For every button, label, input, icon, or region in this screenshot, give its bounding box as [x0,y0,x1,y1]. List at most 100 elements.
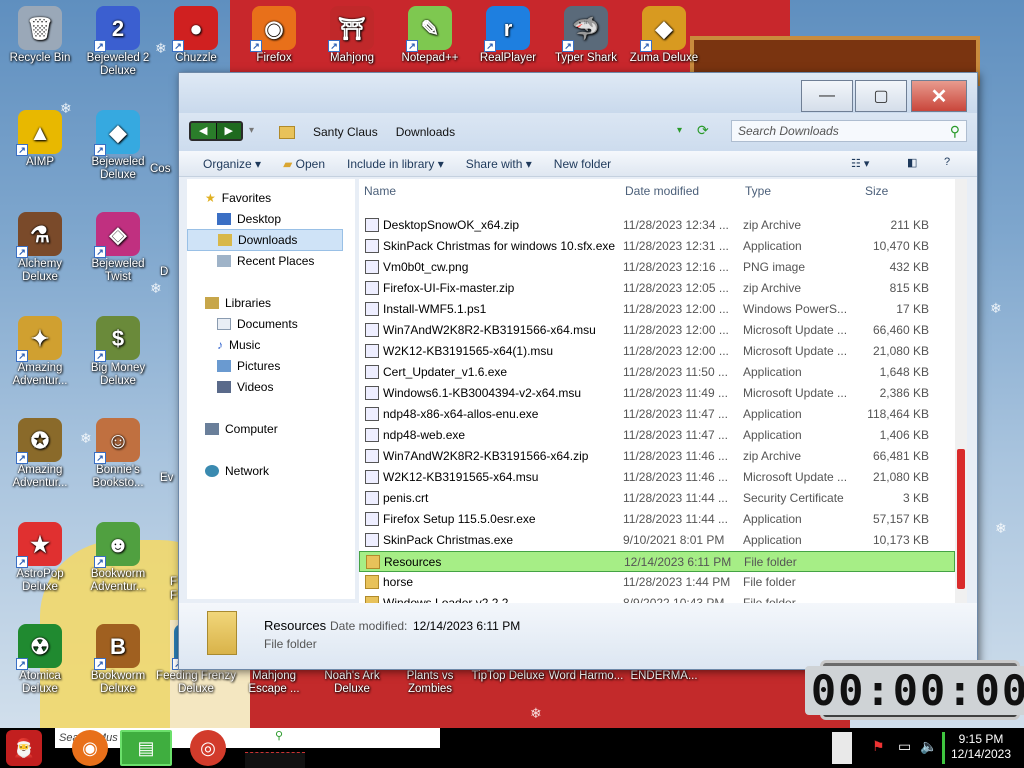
nav-desktop[interactable]: Desktop [217,212,281,226]
file-row[interactable]: Resources 12/14/2023 6:11 PM File folder [359,551,955,572]
address-dropdown-icon[interactable]: ▾ [677,125,682,136]
tray-show-hidden[interactable] [832,732,852,764]
file-row[interactable]: Win7AndW2K8R2-KB3191566-x64.msu 11/28/202… [359,320,955,341]
desktop-icon[interactable]: ● ↗ Chuzzle [156,6,236,65]
forward-button[interactable]: ▶ [215,123,241,139]
help-icon[interactable]: ? [944,156,950,168]
breadcrumb-downloads[interactable]: Downloads [396,125,455,139]
file-row[interactable]: W2K12-KB3191565-x64(1).msu 11/28/2023 12:… [359,341,955,362]
desktop-icon[interactable]: ✪ ↗ Amazing Adventur... [0,418,80,490]
file-name: ndp48-x86-x64-allos-enu.exe [383,407,539,421]
desktop-icon[interactable]: ▲ ↗ AIMP [0,110,80,169]
nav-computer[interactable]: Computer [205,422,278,436]
desktop-icon[interactable]: ⚗ ↗ Alchemy Deluxe [0,212,80,284]
desktop-icon[interactable]: B ↗ Bookworm Deluxe [78,624,158,696]
file-row[interactable]: Windows6.1-KB3004394-v2-x64.msu 11/28/202… [359,383,955,404]
nav-recent-places[interactable]: Recent Places [217,254,314,268]
file-row[interactable]: Cert_Updater_v1.6.exe 11/28/2023 11:50 ..… [359,362,955,383]
clock[interactable]: 9:15 PM 12/14/2023 [946,732,1016,762]
file-row[interactable]: Win7AndW2K8R2-KB3191566-x64.zip 11/28/202… [359,446,955,467]
nav-pictures[interactable]: Pictures [217,359,280,373]
column-name[interactable]: Name [364,184,396,198]
file-row[interactable]: penis.crt 11/28/2023 11:44 ... Security Ce… [359,488,955,509]
recent-pages-chevron-icon[interactable]: ▾ [249,125,254,136]
desktop-icon[interactable]: ◉ ↗ Firefox [234,6,314,65]
search-input[interactable]: Search Downloads ⚲ [731,120,967,142]
nav-network[interactable]: Network [205,464,269,478]
chrome-taskbar-icon[interactable]: ◎ [190,730,226,766]
include-in-library-button[interactable]: Include in library ▾ [347,157,444,171]
breadcrumb-santy-claus[interactable]: Santy Claus [313,125,378,139]
file-icon [365,281,379,295]
open-button[interactable]: ▰ Open [283,157,325,171]
share-with-button[interactable]: Share with ▾ [466,157,532,171]
desktop-icon[interactable]: ★ ↗ AstroPop Deluxe [0,522,80,594]
address-bar[interactable]: Santy Claus Downloads [279,121,719,143]
desktop-icon[interactable]: ◆ ↗ Zuma Deluxe [624,6,704,65]
desktop-icon[interactable]: 🦈 ↗ Typer Shark [546,6,626,65]
file-row[interactable]: Firefox Setup 115.5.0esr.exe 11/28/2023 1… [359,509,955,530]
file-row[interactable]: Install-WMF5.1.ps1 11/28/2023 12:00 ... Wi… [359,299,955,320]
volume-icon[interactable]: 🔈 [920,738,937,755]
downloads-folder-icon [218,234,232,246]
stopwatch-widget[interactable]: 00:00:00 [804,660,1024,720]
file-name: SkinPack Christmas for windows 10.sfx.ex… [383,239,616,253]
refresh-icon[interactable]: ⟳ [697,122,709,139]
desktop-icon[interactable]: 🗑 Recycle Bin [0,6,80,65]
scrollbar-thumb[interactable] [957,449,965,589]
back-button[interactable]: ◀ [191,123,216,139]
maximize-button[interactable]: ▢ [855,80,907,112]
desktop-icon[interactable]: ☢ ↗ Atomica Deluxe [0,624,80,696]
taskbar-search-icon[interactable]: ⚲ [275,729,283,742]
column-date-modified[interactable]: Date modified [625,184,699,198]
file-row[interactable]: W2K12-KB3191565-x64.msu 11/28/2023 11:46 … [359,467,955,488]
file-date: 11/28/2023 11:50 ... [623,365,728,379]
title-bar[interactable]: — ▢ ✕ [179,73,977,113]
desktop-icon[interactable]: ◈ ↗ Bejeweled Twist [78,212,158,284]
file-row[interactable]: DesktopSnowOK_x64.zip 11/28/2023 12:34 ..… [359,215,955,236]
nav-documents[interactable]: Documents [217,317,298,331]
nav-libraries[interactable]: Libraries [205,296,271,310]
file-row[interactable]: SkinPack Christmas.exe 9/10/2021 8:01 PM A… [359,530,955,551]
file-name: Win7AndW2K8R2-KB3191566-x64.msu [383,323,596,337]
desktop-icon[interactable]: ☺ ↗ Bonnie's Booksto... [78,418,158,490]
nav-music[interactable]: ♪ Music [217,338,260,352]
nav-downloads[interactable]: Downloads [187,229,343,251]
file-row[interactable]: ndp48-web.exe 11/28/2023 11:47 ... Applica… [359,425,955,446]
desktop-icon-label: Bejeweled Deluxe [91,156,145,181]
desktop-icon[interactable]: ◆ ↗ Bejeweled Deluxe [78,110,158,182]
file-row[interactable]: horse 11/28/2023 1:44 PM File folder [359,572,955,593]
desktop-icon[interactable]: ✦ ↗ Amazing Adventur... [0,316,80,388]
network-tray-icon[interactable]: ▭ [898,738,911,755]
desktop-icon[interactable]: $ ↗ Big Money Deluxe [78,316,158,388]
organize-button[interactable]: Organize ▾ [203,157,261,171]
file-row[interactable]: SkinPack Christmas for windows 10.sfx.ex… [359,236,955,257]
view-options-icon[interactable]: ☷ ▾ [851,157,869,170]
column-size[interactable]: Size [865,184,888,198]
minimize-button[interactable]: — [801,80,853,112]
desktop-icon[interactable]: ☻ ↗ Bookworm Adventur... [78,522,158,594]
desktop-icon[interactable]: r ↗ RealPlayer [468,6,548,65]
file-type: Microsoft Update ... [743,386,848,400]
file-row[interactable]: Firefox-UI-Fix-master.zip 11/28/2023 12:0… [359,278,955,299]
preview-pane-icon[interactable]: ◧ [907,156,917,169]
firefox-taskbar-icon[interactable]: ◉ [72,730,108,766]
nav-favorites[interactable]: ★ Favorites [205,191,271,205]
file-icon [365,302,379,316]
start-button-santa-icon[interactable]: 🎅 [6,730,42,766]
file-size: 21,080 KB [872,344,929,358]
desktop-icon[interactable]: ✎ ↗ Notepad++ [390,6,470,65]
taskbar-search-input[interactable]: Search Mus ⚲ [55,728,440,748]
search-icon[interactable]: ⚲ [950,123,960,140]
explorer-taskbar-icon[interactable]: ▤ [120,730,172,766]
close-button[interactable]: ✕ [911,80,967,112]
nav-videos[interactable]: Videos [217,380,273,394]
flag-icon[interactable]: ⚑ [872,738,885,755]
desktop-icon[interactable]: 2 ↗ Bejeweled 2 Deluxe [78,6,158,78]
file-row[interactable]: Vm0b0t_cw.png 11/28/2023 12:16 ... PNG ima… [359,257,955,278]
file-row[interactable]: ndp48-x86-x64-allos-enu.exe 11/28/2023 11… [359,404,955,425]
vertical-scrollbar[interactable] [955,179,967,611]
new-folder-button[interactable]: New folder [554,157,611,171]
column-type[interactable]: Type [745,184,771,198]
desktop-icon[interactable]: ⛩ ↗ Mahjong [312,6,392,65]
